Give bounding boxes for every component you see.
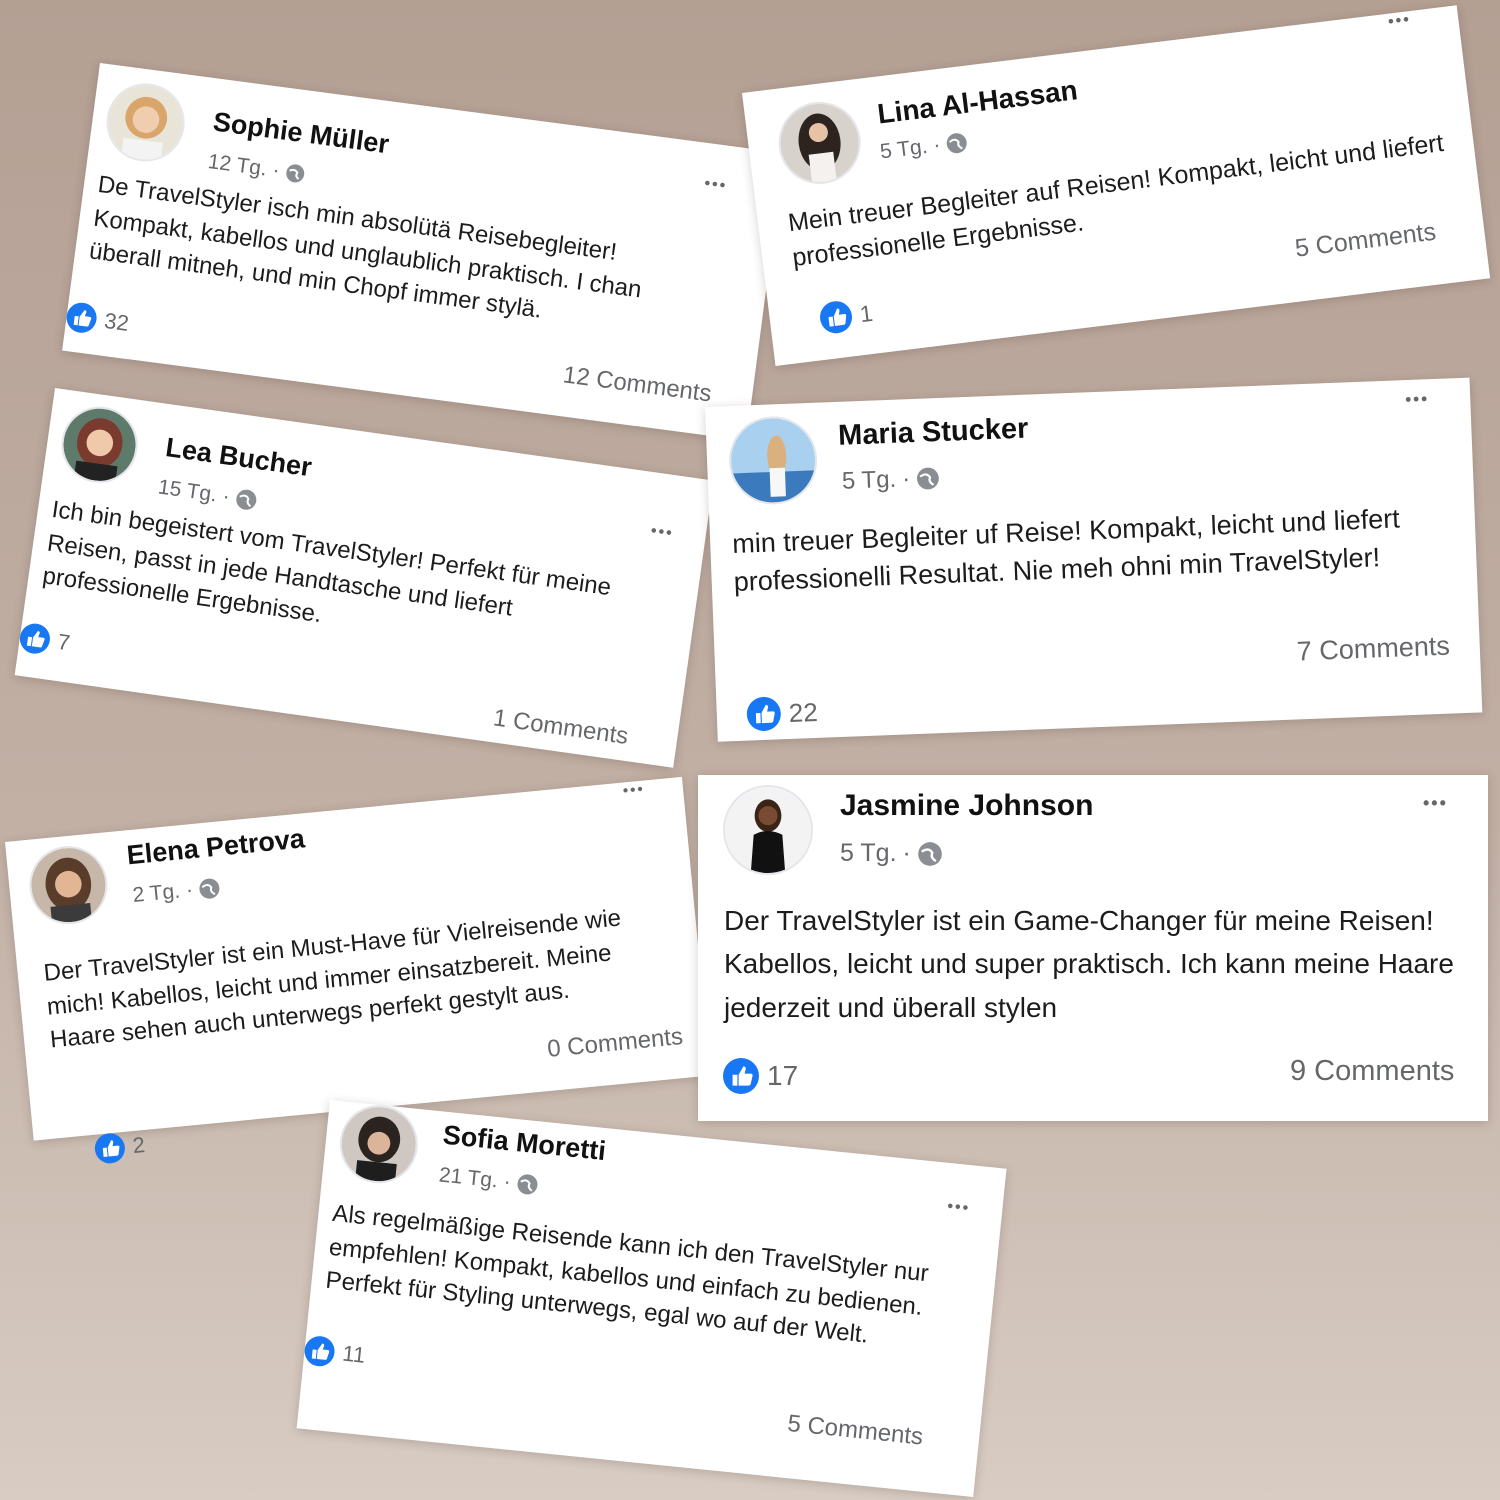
avatar[interactable] bbox=[723, 785, 813, 875]
author-name[interactable]: Elena Petrova bbox=[125, 823, 306, 871]
comments-link[interactable]: 9 Comments bbox=[1290, 1055, 1454, 1088]
globe-icon bbox=[945, 131, 970, 156]
meta-separator: · bbox=[902, 839, 911, 867]
avatar[interactable] bbox=[101, 78, 190, 167]
author-name[interactable]: Maria Stucker bbox=[838, 413, 1029, 453]
meta-separator: · bbox=[221, 484, 232, 509]
thumbs-up-icon bbox=[746, 696, 782, 732]
post-card: Maria Stucker 5 Tg. · ••• min treuer Beg… bbox=[705, 377, 1483, 742]
thumbs-up-icon bbox=[17, 621, 52, 656]
like-number: 32 bbox=[102, 307, 131, 336]
like-number: 11 bbox=[341, 1340, 367, 1368]
post-card: Jasmine Johnson 5 Tg. · ••• Der TravelSt… bbox=[698, 775, 1488, 1121]
like-number: 22 bbox=[788, 696, 819, 728]
like-count[interactable]: 32 bbox=[64, 300, 131, 339]
comments-link[interactable]: 0 Comments bbox=[546, 1023, 684, 1064]
thumbs-up-icon bbox=[818, 299, 854, 336]
globe-icon bbox=[916, 466, 941, 491]
post-card: Lina Al-Hassan 5 Tg. · ••• Mein treuer B… bbox=[742, 5, 1491, 366]
post-time[interactable]: 12 Tg. bbox=[206, 150, 269, 182]
more-options-icon[interactable]: ••• bbox=[703, 175, 728, 196]
post-time[interactable]: 5 Tg. bbox=[841, 466, 896, 496]
avatar[interactable] bbox=[336, 1101, 422, 1187]
post-text: Ich bin begeistert vom TravelStyler! Per… bbox=[40, 495, 613, 629]
avatar[interactable] bbox=[727, 414, 819, 507]
post-time[interactable]: 21 Tg. bbox=[438, 1163, 499, 1193]
comments-link[interactable]: 5 Comments bbox=[786, 1410, 924, 1452]
post-text: De TravelStyler isch min absolütä Reiseb… bbox=[87, 170, 644, 324]
post-card: Sophie Müller 12 Tg. · ••• De TravelStyl… bbox=[62, 63, 785, 441]
thumbs-up-icon bbox=[64, 300, 99, 335]
globe-icon bbox=[234, 487, 259, 512]
like-count[interactable]: 17 bbox=[723, 1058, 798, 1094]
post-meta: 12 Tg. · bbox=[206, 150, 306, 187]
post-card: Elena Petrova 2 Tg. · ••• Der TravelStyl… bbox=[5, 776, 711, 1165]
more-options-icon[interactable]: ••• bbox=[946, 1198, 971, 1218]
comments-link[interactable]: 1 Comments bbox=[491, 704, 629, 751]
meta-separator: · bbox=[931, 133, 942, 157]
post-time[interactable]: 5 Tg. bbox=[879, 135, 929, 165]
post-card: Sofia Moretti 21 Tg. · ••• Als regelmäßi… bbox=[296, 1100, 1007, 1498]
comments-link[interactable]: 7 Comments bbox=[1296, 631, 1450, 668]
post-text: Als regelmäßige Reisende kann ich den Tr… bbox=[324, 1199, 930, 1349]
like-count[interactable]: 7 bbox=[17, 621, 72, 659]
like-count[interactable]: 1 bbox=[818, 297, 875, 336]
more-options-icon[interactable]: ••• bbox=[650, 522, 675, 543]
comments-link[interactable]: 5 Comments bbox=[1293, 218, 1437, 264]
author-name[interactable]: Sophie Müller bbox=[211, 106, 390, 160]
like-count[interactable]: 22 bbox=[746, 695, 818, 732]
post-text: min treuer Begleiter uf Reise! Kompakt, … bbox=[731, 503, 1401, 597]
like-number: 17 bbox=[767, 1060, 799, 1091]
post-card: Lea Bucher 15 Tg. · ••• Ich bin begeiste… bbox=[14, 388, 714, 768]
author-name[interactable]: Jasmine Johnson bbox=[840, 789, 1093, 823]
author-name[interactable]: Lina Al-Hassan bbox=[876, 74, 1080, 130]
post-time[interactable]: 5 Tg. bbox=[840, 839, 897, 868]
meta-separator: · bbox=[184, 878, 195, 902]
post-meta: 2 Tg. · bbox=[132, 876, 222, 908]
post-meta: 21 Tg. · bbox=[438, 1163, 540, 1197]
globe-icon bbox=[516, 1172, 540, 1196]
comments-link[interactable]: 12 Comments bbox=[561, 361, 714, 408]
like-number: 1 bbox=[858, 299, 875, 327]
meta-separator: · bbox=[271, 158, 282, 183]
more-options-icon[interactable]: ••• bbox=[622, 780, 645, 799]
like-count[interactable]: 2 bbox=[93, 1130, 146, 1165]
post-meta: 5 Tg. · bbox=[879, 130, 970, 165]
like-count[interactable]: 11 bbox=[303, 1334, 367, 1371]
post-meta: 5 Tg. · bbox=[841, 464, 940, 496]
more-options-icon[interactable]: ••• bbox=[1405, 389, 1430, 410]
like-number: 2 bbox=[131, 1132, 147, 1159]
avatar[interactable] bbox=[25, 842, 111, 928]
avatar[interactable] bbox=[773, 97, 866, 189]
post-meta: 15 Tg. · bbox=[157, 475, 260, 513]
globe-icon bbox=[198, 877, 222, 901]
author-name[interactable]: Sofia Moretti bbox=[441, 1120, 608, 1167]
more-options-icon[interactable]: ••• bbox=[1423, 793, 1448, 814]
meta-separator: · bbox=[901, 465, 911, 493]
like-number: 7 bbox=[56, 628, 72, 656]
thumbs-up-icon bbox=[303, 1334, 336, 1368]
globe-icon bbox=[284, 162, 306, 184]
avatar[interactable] bbox=[56, 401, 143, 488]
globe-icon bbox=[917, 841, 943, 867]
post-time[interactable]: 15 Tg. bbox=[157, 475, 219, 507]
post-text: Der TravelStyler ist ein Game-Changer fü… bbox=[724, 905, 1454, 1023]
thumbs-up-icon bbox=[93, 1131, 127, 1165]
author-name[interactable]: Lea Bucher bbox=[164, 432, 314, 483]
post-meta: 5 Tg. · bbox=[840, 839, 943, 868]
post-time[interactable]: 2 Tg. bbox=[132, 880, 182, 908]
thumbs-up-icon bbox=[723, 1058, 759, 1094]
meta-separator: · bbox=[502, 1170, 512, 1194]
more-options-icon[interactable]: ••• bbox=[1387, 11, 1412, 32]
